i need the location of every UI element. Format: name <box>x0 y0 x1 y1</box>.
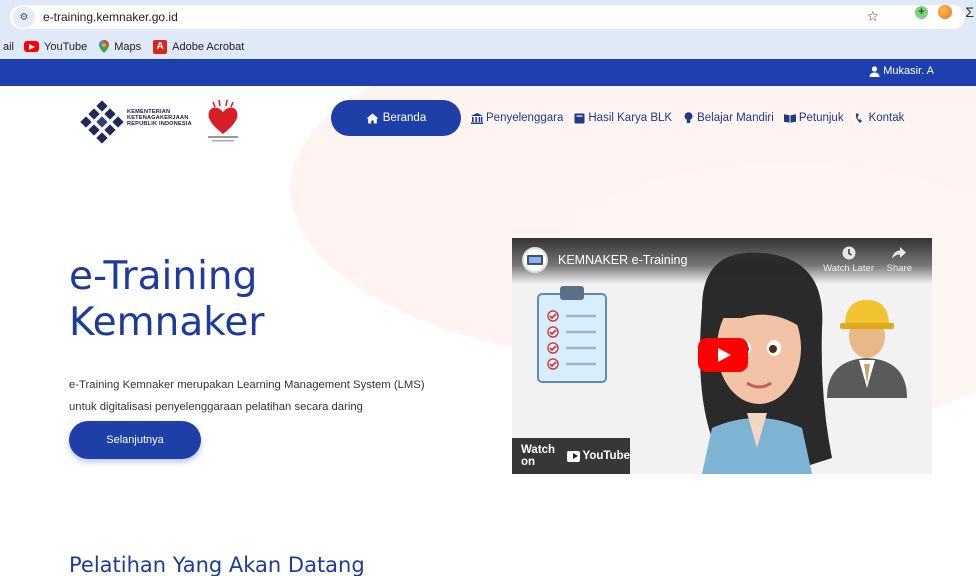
institution-icon <box>471 112 483 124</box>
nav-label: Kontak <box>868 112 905 124</box>
nav-item-belajar-mandiri[interactable]: Belajar Mandiri <box>682 112 774 124</box>
bookmark-maps[interactable]: Maps <box>99 40 141 53</box>
worker-illustration <box>827 300 907 398</box>
youtube-video-embed[interactable]: KEMNAKER e-Training Watch Later Share Wa… <box>512 238 932 474</box>
upcoming-trainings-title: Pelatihan Yang Akan Datang <box>69 553 365 576</box>
maps-pin-icon <box>99 40 110 53</box>
selanjutnya-button[interactable]: Selanjutnya <box>69 421 201 459</box>
site-top-bar: Mukasir. A <box>0 59 976 86</box>
clipboard-illustration <box>537 286 607 383</box>
bookmark-star-icon[interactable]: ☆ <box>866 8 879 25</box>
page-content: KEMENTERIAN KETENAGAKERJAAN REPUBLIK IND… <box>0 86 976 576</box>
hero-description-line-1: e-Training Kemnaker merupakan Learning M… <box>69 379 425 391</box>
watch-on-label: Watch on <box>521 444 556 468</box>
hero-title: e-Training Kemnaker <box>69 254 264 346</box>
watch-later-label: Watch Later <box>823 263 874 274</box>
kemnaker-logo-text: KEMENTERIAN KETENAGAKERJAAN REPUBLIK IND… <box>127 109 192 128</box>
nav-label: Beranda <box>382 112 427 124</box>
extension-puzzle-icon[interactable]: Σ <box>965 4 974 20</box>
nav-label: Hasil Karya BLK <box>588 112 673 124</box>
bookmark-youtube[interactable]: YouTube <box>24 41 87 53</box>
watch-later-button[interactable]: Watch Later <box>823 246 874 274</box>
user-name: Mukasir. A <box>883 65 934 77</box>
share-button[interactable]: Share <box>887 246 912 274</box>
logo-text-line: REPUBLIK INDONESIA <box>127 121 192 128</box>
bookmark-youtube-label: YouTube <box>44 40 88 53</box>
hero-description-line-2: untuk digitalisasi penyelenggaraan pelat… <box>69 401 363 413</box>
nav-item-petunjuk[interactable]: Petunjuk <box>783 112 844 124</box>
nav-item-beranda[interactable]: Beranda <box>331 100 461 136</box>
extension-plus-icon[interactable]: + <box>915 6 928 19</box>
share-label: Share <box>886 263 912 274</box>
bookmarks-bar: ail YouTube Maps A Adobe Acrobat <box>0 34 976 59</box>
video-title[interactable]: KEMNAKER e-Training <box>558 253 687 267</box>
share-icon <box>892 247 907 259</box>
home-icon <box>366 113 379 123</box>
user-menu[interactable]: Mukasir. A <box>869 65 934 77</box>
bookmark-maps-label: Maps <box>114 40 142 53</box>
nav-item-penyelenggara[interactable]: Penyelenggara <box>471 112 563 124</box>
youtube-icon <box>567 450 580 462</box>
nav-label: Belajar Mandiri <box>697 112 774 124</box>
play-button[interactable] <box>698 338 748 372</box>
book-icon <box>573 113 585 124</box>
acrobat-icon: A <box>153 39 168 54</box>
open-book-icon <box>783 113 796 124</box>
youtube-icon <box>24 41 40 52</box>
url-text[interactable]: e-training.kemnaker.go.id <box>43 10 178 24</box>
nav-label: Petunjuk <box>798 112 844 124</box>
nav-item-hasil-karya-blk[interactable]: Hasil Karya BLK <box>573 112 672 124</box>
video-header: KEMNAKER e-Training Watch Later Share <box>512 238 932 284</box>
nav-label: Penyelenggara <box>486 112 564 124</box>
bookmark-acrobat[interactable]: A Adobe Acrobat <box>153 39 245 54</box>
main-nav: Beranda Penyelenggara Hasil Karya BLK Be… <box>331 100 904 136</box>
hero-title-line-2: Kemnaker <box>69 300 265 345</box>
bookmark-acrobat-label: Adobe Acrobat <box>172 40 245 53</box>
phone-icon <box>854 112 866 124</box>
channel-avatar-icon[interactable] <box>522 247 548 273</box>
kemnaker-logo-icon[interactable] <box>80 100 124 144</box>
site-info-icon[interactable]: ⚙ <box>13 6 35 28</box>
bookmark-gmail[interactable]: ail <box>3 41 14 53</box>
clock-icon <box>842 246 856 260</box>
lightbulb-icon <box>682 112 694 124</box>
hero-description: e-Training Kemnaker merupakan Learning M… <box>69 374 499 418</box>
address-bar[interactable]: ⚙ e-training.kemnaker.go.id ☆ <box>10 5 965 29</box>
browser-toolbar: ⚙ e-training.kemnaker.go.id ☆ + Σ <box>0 0 976 34</box>
nav-item-kontak[interactable]: Kontak <box>854 112 905 124</box>
youtube-wordmark: YouTube <box>582 450 630 462</box>
user-icon <box>869 65 880 77</box>
watch-on-youtube-button[interactable]: Watch on YouTube <box>512 438 630 474</box>
hero-title-line-1: e-Training <box>69 254 258 299</box>
extension-fire-icon[interactable] <box>938 5 952 19</box>
bangga-buatan-indonesia-logo-icon <box>208 99 238 142</box>
